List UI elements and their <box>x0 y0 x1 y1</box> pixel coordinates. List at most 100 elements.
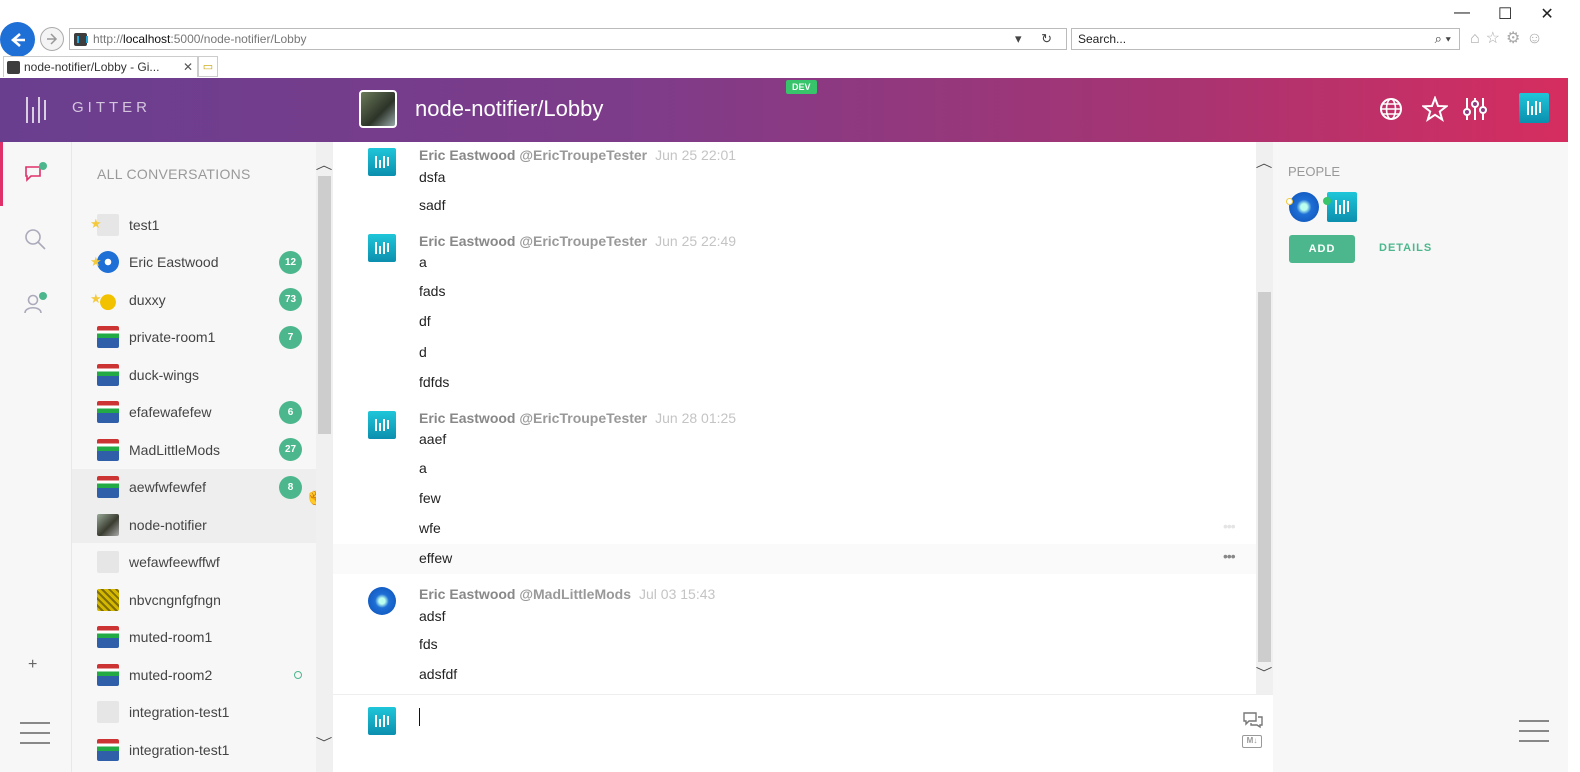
unread-badge: 27 <box>279 438 302 461</box>
message-author[interactable]: Eric Eastwood <box>419 410 515 426</box>
search-icon[interactable] <box>22 226 48 252</box>
window-controls: — ☐ ✕ <box>1440 4 1554 24</box>
room-avatar <box>97 476 119 498</box>
member-avatar[interactable] <box>1289 192 1319 222</box>
add-icon[interactable]: + <box>28 656 37 674</box>
conversation-item[interactable]: ★ test1 <box>72 206 316 243</box>
tab-favicon-icon <box>7 60 20 74</box>
settings-sliders-icon[interactable] <box>1462 96 1488 122</box>
conversation-item[interactable]: ★ Eric Eastwood 12 <box>72 244 316 281</box>
conversation-name: integration-test1 <box>129 741 230 758</box>
search-placeholder: Search... <box>1078 32 1127 46</box>
chat-scrollbar[interactable]: ︿ ﹀ <box>1256 142 1273 694</box>
forward-button[interactable] <box>40 27 64 51</box>
conversation-item[interactable]: duck-wings <box>72 356 316 393</box>
message-text: wfe <box>419 520 441 536</box>
message-text: a <box>419 254 427 270</box>
message-username[interactable]: @EricTroupeTester <box>519 147 647 163</box>
markdown-icon[interactable]: M↓ <box>1242 735 1262 748</box>
search-icon[interactable]: ⌕ ▾ <box>1435 31 1451 47</box>
star-icon[interactable] <box>1420 95 1450 122</box>
scroll-up-icon[interactable]: ︿ <box>316 156 333 173</box>
message-avatar[interactable] <box>368 587 396 615</box>
chat-input[interactable] <box>417 701 1223 749</box>
conversation-item[interactable]: nbvcngnfgfngn <box>72 581 316 618</box>
message-avatar[interactable] <box>368 234 396 262</box>
conversation-item[interactable]: node-notifier <box>72 506 316 543</box>
people-icon[interactable] <box>22 290 48 316</box>
maximize-icon[interactable]: ☐ <box>1498 4 1512 24</box>
tab-title: node-notifier/Lobby - Gi... <box>24 60 160 74</box>
back-button[interactable] <box>0 22 35 57</box>
conversation-name: aewfwfewfef <box>129 479 207 495</box>
message-time[interactable]: Jun 28 01:25 <box>655 410 736 426</box>
new-tab-button[interactable]: ▭ <box>198 56 218 77</box>
address-bar[interactable]: http://localhost:5000/node-notifier/Lobb… <box>69 28 1067 50</box>
room-avatar <box>97 551 119 573</box>
conversation-list: ALL CONVERSATIONS ★ test1 ★ Eric Eastwood 12… <box>72 142 316 772</box>
globe-icon[interactable] <box>1378 96 1404 122</box>
message-avatar[interactable] <box>368 148 396 176</box>
message-author[interactable]: Eric Eastwood <box>419 233 515 249</box>
menu-icon[interactable] <box>1519 720 1549 742</box>
menu-icon[interactable] <box>20 722 50 744</box>
details-link[interactable]: DETAILS <box>1379 242 1432 254</box>
scrollbar-thumb[interactable] <box>1258 292 1271 662</box>
room-title: node-notifier/Lobby <box>415 96 604 121</box>
conversations-icon[interactable] <box>22 160 48 186</box>
scroll-down-icon[interactable]: ﹀ <box>316 734 333 751</box>
close-icon[interactable]: ✕ <box>1540 4 1553 24</box>
conversation-name: Eric Eastwood <box>129 254 219 270</box>
message-username[interactable]: @MadLittleMods <box>519 586 631 602</box>
room-avatar <box>97 588 119 611</box>
conversation-name: duck-wings <box>129 366 200 383</box>
conversation-item[interactable]: ★ duxxy 73 <box>72 281 316 318</box>
message-username[interactable]: @EricTroupeTester <box>519 233 647 249</box>
chat-input-bar: M↓ <box>333 694 1273 772</box>
message-avatar[interactable] <box>368 411 396 439</box>
message-time[interactable]: Jul 03 15:43 <box>639 586 715 602</box>
people-heading: PEOPLE <box>1288 164 1341 179</box>
browser-tab[interactable]: node-notifier/Lobby - Gi... ✕ <box>3 56 198 77</box>
member-avatar[interactable] <box>1327 192 1357 222</box>
conversation-item[interactable]: MadLittleMods 27 <box>72 431 316 468</box>
browser-search-input[interactable]: Search... ⌕ ▾ <box>1071 28 1460 50</box>
add-people-button[interactable]: ADD <box>1289 235 1355 263</box>
left-rail: + <box>0 142 72 772</box>
conversation-item[interactable]: efafewafefew 6 <box>72 394 316 431</box>
arrow-right-icon <box>47 33 58 45</box>
message-actions-icon[interactable]: ••• <box>1223 518 1236 534</box>
online-status-icon <box>1323 197 1331 205</box>
conversation-name: duxxy <box>129 291 166 308</box>
conversation-item[interactable]: muted-room1 <box>72 619 316 656</box>
conversation-scrollbar[interactable]: ︿ ﹀ <box>316 142 333 772</box>
message-time[interactable]: Jun 25 22:01 <box>655 147 736 163</box>
conversation-item[interactable]: integration-test1 <box>72 694 316 731</box>
room-avatar <box>359 90 397 128</box>
user-avatar[interactable] <box>1519 93 1549 123</box>
input-user-avatar <box>368 707 396 735</box>
unread-badge: 7 <box>279 325 302 349</box>
chat-bubbles-icon[interactable] <box>1242 711 1264 733</box>
tab-close-icon[interactable]: ✕ <box>183 60 193 74</box>
favourite-star-icon: ★ <box>90 291 102 306</box>
conversation-item[interactable]: wefawfeewffwf <box>72 544 316 581</box>
message-username[interactable]: @EricTroupeTester <box>519 410 647 426</box>
favourite-star-icon: ★ <box>90 253 102 269</box>
conversation-item[interactable]: private-room1 7 <box>72 319 316 356</box>
message-actions-icon[interactable]: ••• <box>1223 548 1236 564</box>
message-time[interactable]: Jun 25 22:49 <box>655 233 736 249</box>
logo-text[interactable]: GITTER <box>72 99 151 116</box>
conversation-item[interactable]: integration-test1 <box>72 731 316 768</box>
conversation-item[interactable]: muted-room2 <box>72 656 316 693</box>
scrollbar-thumb[interactable] <box>318 176 331 434</box>
conversation-item[interactable]: aewfwfewfef 8 <box>72 468 316 506</box>
scroll-up-icon[interactable]: ︿ <box>1256 154 1273 171</box>
refresh-icon[interactable]: ▾ ↻ <box>1015 31 1060 47</box>
message-author[interactable]: Eric Eastwood <box>419 586 515 602</box>
minimize-icon[interactable]: — <box>1454 4 1470 24</box>
message-author[interactable]: Eric Eastwood <box>419 147 515 163</box>
scroll-down-icon[interactable]: ﹀ <box>1256 664 1273 681</box>
gitter-logo-icon[interactable] <box>26 97 46 123</box>
browser-toolbar-icons[interactable]: ⌂☆⚙☺ <box>1470 28 1549 48</box>
